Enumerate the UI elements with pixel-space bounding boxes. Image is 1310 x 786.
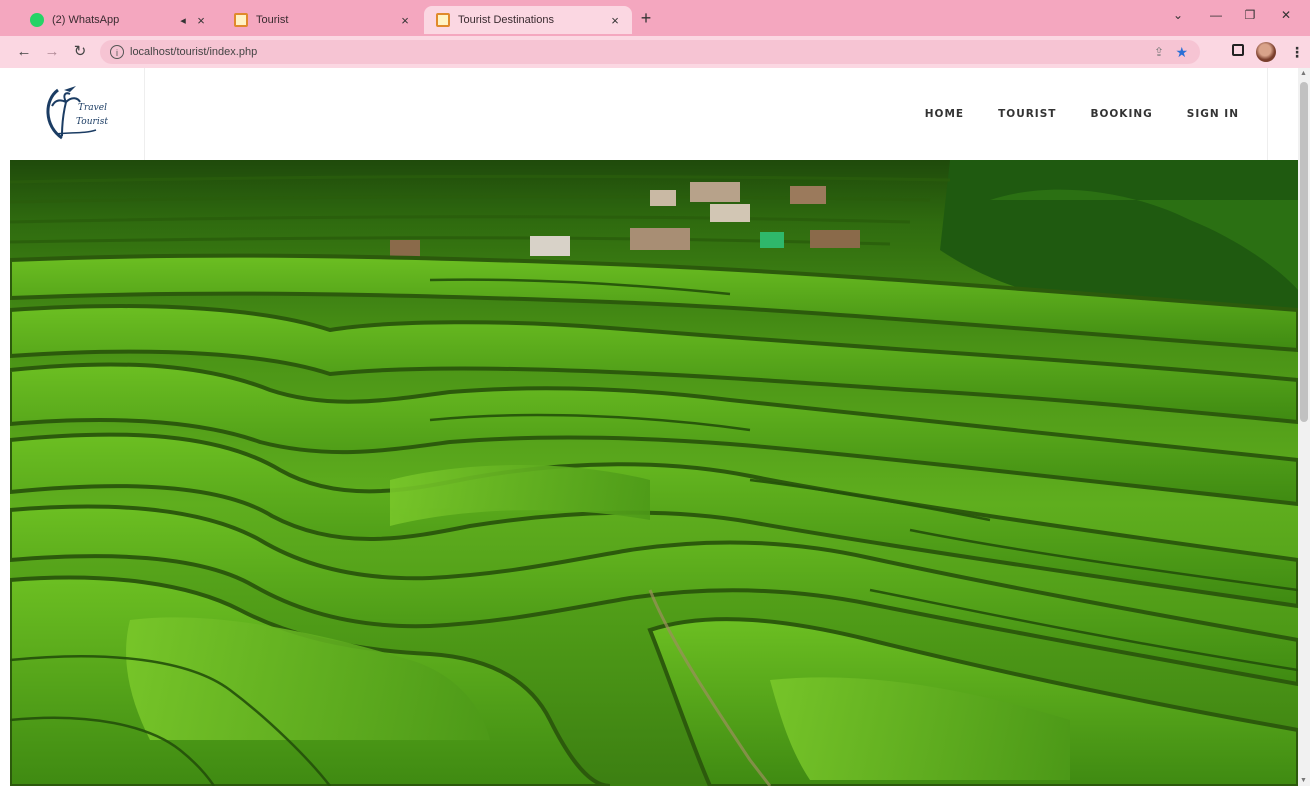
tab-label: (2) WhatsApp xyxy=(52,14,120,26)
restore-icon[interactable]: ❐ xyxy=(1240,8,1260,22)
back-icon[interactable]: ← xyxy=(14,42,34,62)
more-menu-icon[interactable]: ⋮ xyxy=(1290,44,1304,61)
logo-text-line2: Tourist xyxy=(76,117,108,127)
site-logo[interactable]: Travel Tourist xyxy=(40,82,120,144)
nav-divider xyxy=(1267,68,1268,160)
header-divider xyxy=(144,68,145,160)
profile-avatar[interactable] xyxy=(1256,42,1276,62)
close-icon[interactable]: × xyxy=(396,13,414,28)
reload-icon[interactable]: ↻ xyxy=(70,42,90,62)
url-text[interactable]: localhost/tourist/index.php xyxy=(130,46,257,58)
palm-logo-icon: Travel Tourist xyxy=(46,86,108,140)
close-icon[interactable]: × xyxy=(606,13,624,28)
page-scrollbar[interactable]: ▲ ▼ xyxy=(1298,68,1310,786)
site-info-icon[interactable]: i xyxy=(110,45,124,59)
tab-whatsapp[interactable]: (2) WhatsApp ◂ × xyxy=(18,6,218,34)
scroll-thumb[interactable] xyxy=(1300,82,1308,422)
page-icon xyxy=(436,13,450,27)
hero-image xyxy=(10,160,1298,786)
browser-toolbar: ← → ↻ i localhost/tourist/index.php ⇪ ★ … xyxy=(0,36,1310,68)
page-icon xyxy=(234,13,248,27)
new-tab-button[interactable]: + xyxy=(636,8,656,28)
nav-sign-in[interactable]: SIGN IN xyxy=(1187,108,1239,120)
nav-tourist[interactable]: TOURIST xyxy=(998,108,1056,120)
browser-tabstrip: (2) WhatsApp ◂ × Tourist × Tourist Desti… xyxy=(0,0,1310,36)
side-panel-icon[interactable] xyxy=(1232,44,1244,56)
main-navigation: HOME TOURIST BOOKING SIGN IN xyxy=(891,68,1268,160)
rice-terraces-illustration xyxy=(10,160,1298,786)
nav-home[interactable]: HOME xyxy=(925,108,964,120)
tab-tourist-destinations[interactable]: Tourist Destinations × xyxy=(424,6,632,34)
tab-label: Tourist Destinations xyxy=(458,14,554,26)
forward-icon[interactable]: → xyxy=(42,42,62,62)
scroll-up-icon[interactable]: ▲ xyxy=(1300,70,1307,77)
minimize-icon[interactable]: — xyxy=(1206,8,1226,22)
tab-tourist[interactable]: Tourist × xyxy=(222,6,422,34)
site-header: Travel Tourist HOME TOURIST BOOKING SIGN… xyxy=(10,68,1298,160)
share-icon[interactable]: ⇪ xyxy=(1154,45,1164,59)
bookmark-star-icon[interactable]: ★ xyxy=(1175,44,1188,61)
tab-label: Tourist xyxy=(256,14,289,26)
address-bar[interactable]: i localhost/tourist/index.php ⇪ ★ xyxy=(100,40,1200,64)
pin-icon[interactable]: ◂ xyxy=(176,14,190,27)
close-icon[interactable]: × xyxy=(192,13,210,28)
nav-booking[interactable]: BOOKING xyxy=(1090,108,1152,120)
logo-text-line1: Travel xyxy=(78,103,107,113)
window-close-icon[interactable]: ✕ xyxy=(1276,8,1296,22)
tab-search-icon[interactable]: ⌄ xyxy=(1168,8,1188,22)
whatsapp-icon xyxy=(30,13,44,27)
scroll-down-icon[interactable]: ▼ xyxy=(1300,777,1307,784)
